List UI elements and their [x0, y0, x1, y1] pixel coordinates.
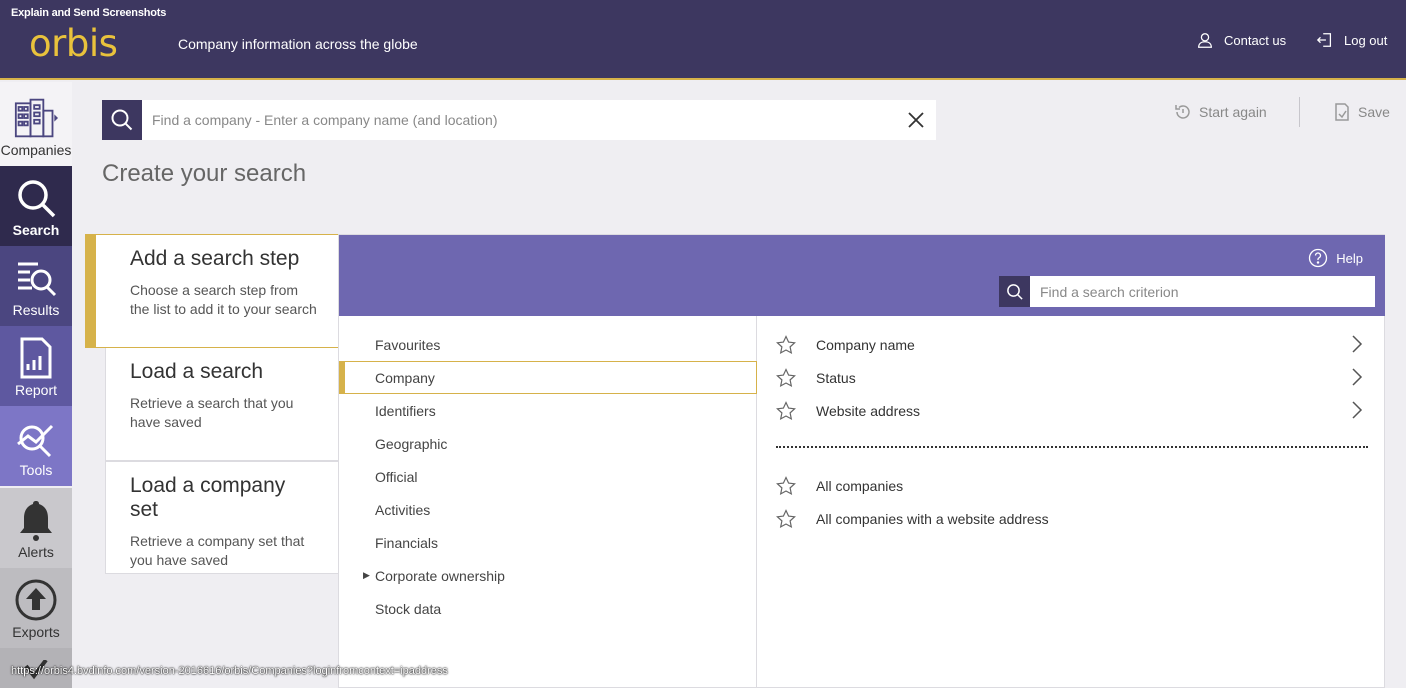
rail-companies[interactable]: Companies	[0, 82, 72, 166]
rail-search-label: Search	[12, 222, 60, 238]
star-icon[interactable]	[776, 400, 796, 421]
category-corporate-ownership[interactable]: ▶ Corporate ownership	[339, 559, 757, 592]
rail-results-label: Results	[12, 302, 60, 318]
category-stock-data[interactable]: Stock data	[339, 592, 757, 625]
preset-all-companies-with-website[interactable]: All companies with a website address	[776, 502, 1366, 535]
left-rail: Companies Search Results Report Tools Al…	[0, 82, 72, 688]
step-description: Retrieve a search that you have saved	[130, 395, 294, 430]
category-financials[interactable]: Financials	[339, 526, 757, 559]
chevron-right-icon	[1352, 401, 1363, 419]
start-again-button[interactable]: Start again	[1173, 102, 1267, 122]
category-official[interactable]: Official	[339, 460, 757, 493]
start-again-label: Start again	[1199, 104, 1267, 120]
category-favourites[interactable]: Favourites	[339, 328, 757, 361]
export-icon	[15, 579, 57, 621]
report-icon	[20, 337, 52, 379]
rail-report[interactable]: Report	[0, 326, 72, 406]
help-icon	[1309, 248, 1328, 268]
chevron-right-icon	[1352, 368, 1363, 386]
load-company-set-card[interactable]: Load a company set Retrieve a company se…	[105, 461, 339, 574]
criterion-label: Website address	[816, 402, 921, 419]
tagline: Company information across the globe	[178, 36, 418, 52]
criterion-label: Company name	[816, 336, 915, 353]
load-search-card[interactable]: Load a search Retrieve a search that you…	[105, 348, 339, 461]
help-label: Help	[1336, 250, 1363, 266]
preset-label: All companies	[816, 477, 904, 494]
rail-search[interactable]: Search	[0, 166, 72, 246]
rail-tools-label: Tools	[19, 462, 53, 478]
search-step-panel: Help Favourites Company Identifiers Geog…	[338, 234, 1385, 688]
star-icon[interactable]	[776, 475, 796, 496]
save-button[interactable]: Save	[1332, 102, 1390, 122]
company-search-input[interactable]	[142, 100, 896, 140]
close-icon	[908, 112, 924, 128]
criterion-search-button[interactable]	[999, 276, 1030, 307]
contact-us-link[interactable]: Contact us	[1196, 31, 1286, 49]
step-title: Load a company set	[130, 474, 286, 521]
status-bar-url: https://orbis4.bvdinfo.com/version-20166…	[11, 665, 448, 677]
add-search-step-card[interactable]: Add a search step Choose a search step f…	[85, 234, 339, 348]
search-icon	[1006, 283, 1023, 300]
overlay-title: Explain and Send Screenshots	[11, 7, 167, 19]
panel-header: Help	[339, 235, 1385, 316]
category-list: Favourites Company Identifiers Geographi…	[339, 316, 757, 688]
orbis-logo[interactable]: orbis	[29, 22, 118, 65]
criterion-label: Status	[816, 369, 856, 386]
expand-triangle-icon: ▶	[363, 570, 370, 580]
criteria-divider	[776, 446, 1368, 448]
criterion-website-address[interactable]: Website address	[776, 394, 1366, 427]
restart-icon	[1175, 105, 1190, 119]
bell-icon	[20, 501, 52, 541]
rail-exports[interactable]: Exports	[0, 568, 72, 648]
rail-exports-label: Exports	[12, 624, 60, 640]
logout-icon	[1316, 33, 1332, 47]
star-icon[interactable]	[776, 367, 796, 388]
rail-tools[interactable]: Tools	[0, 406, 72, 486]
buildings-icon	[14, 98, 58, 138]
preset-label: All companies with a website address	[816, 510, 1049, 527]
search-icon	[111, 109, 133, 131]
category-activities[interactable]: Activities	[339, 493, 757, 526]
star-icon[interactable]	[776, 508, 796, 529]
contact-us-label: Contact us	[1224, 32, 1287, 48]
rail-alerts[interactable]: Alerts	[0, 488, 72, 568]
search-icon	[18, 180, 56, 218]
star-icon[interactable]	[776, 334, 796, 355]
criterion-search-box	[999, 276, 1375, 307]
criteria-list: Company name Status Website address All …	[758, 316, 1385, 688]
rail-companies-label: Companies	[0, 142, 72, 158]
rail-report-label: Report	[14, 382, 58, 398]
action-divider	[1299, 97, 1300, 127]
save-icon	[1335, 103, 1349, 121]
search-steps: Add a search step Choose a search step f…	[85, 234, 339, 574]
log-out-label: Log out	[1344, 32, 1388, 48]
rail-results[interactable]: Results	[0, 246, 72, 326]
criterion-search-input[interactable]	[1030, 276, 1375, 307]
step-description: Choose a search step from the list to ad…	[130, 282, 317, 317]
company-search-box	[102, 100, 936, 140]
tools-icon	[17, 424, 54, 458]
page-title: Create your search	[102, 160, 307, 187]
company-search-button[interactable]	[102, 100, 142, 140]
save-label: Save	[1358, 104, 1390, 120]
chevron-right-icon	[1352, 335, 1363, 353]
category-identifiers[interactable]: Identifiers	[339, 394, 757, 427]
step-description: Retrieve a company set that you have sav…	[130, 533, 305, 568]
preset-all-companies[interactable]: All companies	[776, 469, 1366, 502]
help-button[interactable]: Help	[1308, 248, 1363, 268]
results-icon	[18, 262, 57, 297]
step-title: Load a search	[130, 360, 264, 383]
criterion-status[interactable]: Status	[776, 361, 1366, 394]
user-icon	[1198, 33, 1212, 48]
category-geographic[interactable]: Geographic	[339, 427, 757, 460]
log-out-link[interactable]: Log out	[1316, 31, 1387, 49]
top-bar: Explain and Send Screenshots orbis Compa…	[0, 0, 1406, 80]
category-company[interactable]: Company	[339, 361, 757, 394]
clear-search-button[interactable]	[896, 100, 936, 140]
criterion-company-name[interactable]: Company name	[776, 328, 1366, 361]
step-title: Add a search step	[130, 247, 300, 270]
category-label: Corporate ownership	[375, 567, 505, 584]
rail-alerts-label: Alerts	[18, 544, 54, 560]
